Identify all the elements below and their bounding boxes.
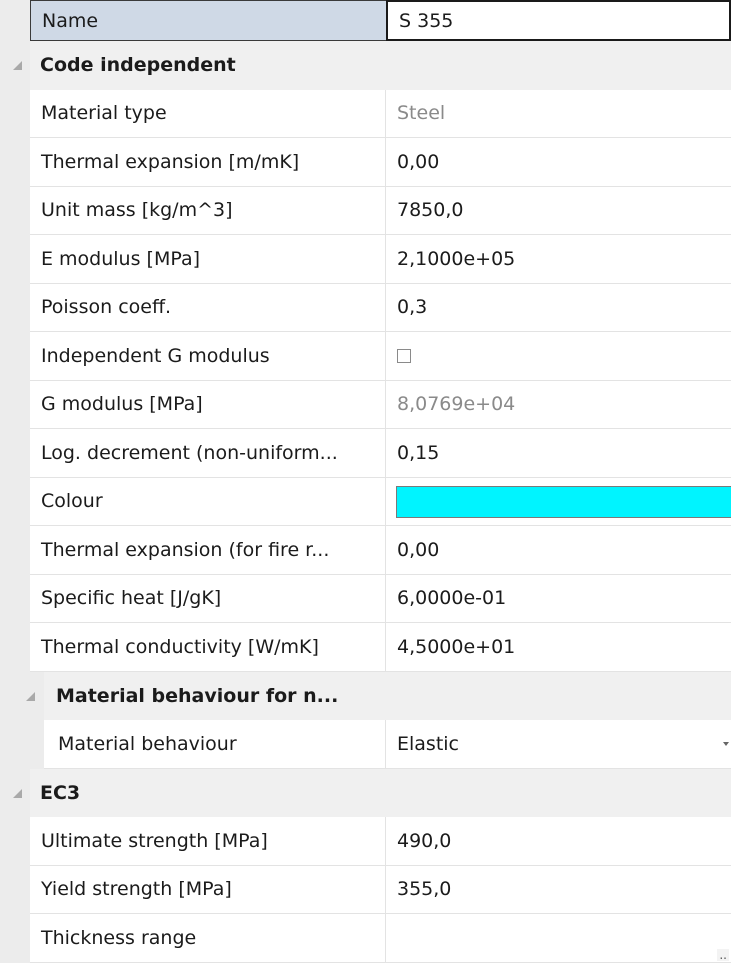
- property-row-thermal-expansion-fire[interactable]: Thermal expansion (for fire r... 0,00: [0, 526, 731, 575]
- row-gutter: [0, 380, 30, 429]
- property-value-field[interactable]: 355,0: [386, 866, 731, 914]
- property-row-thermal-expansion[interactable]: Thermal expansion [m/mK] 0,00: [0, 138, 731, 187]
- property-row-log-decrement[interactable]: Log. decrement (non-uniform... 0,15: [0, 429, 731, 478]
- property-row-unit-mass[interactable]: Unit mass [kg/m^3] 7850,0: [0, 186, 731, 235]
- property-row-independent-g-modulus[interactable]: Independent G modulus: [0, 332, 731, 381]
- property-label: Colour: [30, 477, 386, 526]
- property-label: Specific heat [J/gK]: [30, 574, 386, 623]
- section-ec3[interactable]: EC3: [0, 768, 731, 817]
- property-label: G modulus [MPa]: [30, 380, 386, 429]
- property-row-e-modulus[interactable]: E modulus [MPa] 2,1000e+05: [0, 235, 731, 284]
- property-value: Steel: [386, 90, 731, 138]
- name-value-field[interactable]: S 355: [386, 0, 731, 41]
- row-gutter: [0, 574, 30, 623]
- property-row-ultimate-strength[interactable]: Ultimate strength [MPa] 490,0: [0, 817, 731, 866]
- property-label: Yield strength [MPa]: [30, 865, 386, 914]
- row-gutter: [0, 914, 30, 963]
- collapse-triangle-icon[interactable]: [13, 61, 22, 70]
- colour-swatch[interactable]: [396, 485, 731, 518]
- property-label: Log. decrement (non-uniform...: [30, 429, 386, 478]
- property-value-field[interactable]: 0,00: [386, 526, 731, 575]
- property-row-yield-strength[interactable]: Yield strength [MPa] 355,0: [0, 865, 731, 914]
- property-label: Thickness range: [30, 914, 386, 963]
- section-title: Material behaviour for n...: [44, 671, 731, 720]
- property-row-colour[interactable]: Colour: [0, 477, 731, 526]
- property-row-g-modulus[interactable]: G modulus [MPa] 8,0769e+04: [0, 380, 731, 429]
- row-gutter: [0, 0, 30, 41]
- property-label: Thermal expansion [m/mK]: [30, 138, 386, 187]
- property-label: Thermal expansion (for fire r...: [30, 526, 386, 575]
- independent-g-modulus-checkbox[interactable]: [397, 348, 411, 363]
- name-label: Name: [30, 0, 386, 41]
- property-label: Unit mass [kg/m^3]: [30, 186, 386, 235]
- property-row-poisson[interactable]: Poisson coeff. 0,3: [0, 283, 731, 332]
- row-gutter: [0, 720, 44, 769]
- row-gutter: [0, 671, 44, 720]
- property-label: Thermal conductivity [W/mK]: [30, 623, 386, 672]
- property-label: E modulus [MPa]: [30, 235, 386, 284]
- row-gutter: [0, 429, 30, 478]
- row-gutter: [0, 235, 30, 284]
- material-behaviour-dropdown[interactable]: Elastic: [386, 720, 731, 769]
- property-value-field[interactable]: 4,5000e+01: [386, 623, 731, 672]
- section-material-behaviour[interactable]: Material behaviour for n...: [0, 671, 731, 720]
- property-row-specific-heat[interactable]: Specific heat [J/gK] 6,0000e-01: [0, 574, 731, 623]
- property-value-field[interactable]: 0,3: [386, 284, 731, 332]
- collapse-triangle-icon[interactable]: [26, 691, 35, 701]
- section-title: EC3: [30, 768, 731, 817]
- row-gutter: [0, 89, 30, 138]
- row-gutter: [0, 623, 30, 672]
- row-gutter: [0, 283, 30, 332]
- row-gutter: [0, 477, 30, 526]
- chevron-down-icon[interactable]: [723, 742, 729, 746]
- property-value: 8,0769e+04: [386, 381, 731, 429]
- property-row-material-behaviour[interactable]: Material behaviour Elastic: [0, 720, 731, 769]
- property-value-field[interactable]: 490,0: [386, 817, 731, 866]
- property-value-field[interactable]: 7850,0: [386, 187, 731, 235]
- name-row[interactable]: Name S 355: [0, 0, 731, 41]
- row-gutter: [0, 138, 30, 187]
- row-gutter: [0, 817, 30, 866]
- property-value: [386, 914, 731, 963]
- row-gutter: [0, 526, 30, 575]
- row-gutter: [0, 332, 30, 381]
- property-label: Material type: [30, 89, 386, 138]
- property-label: Ultimate strength [MPa]: [30, 817, 386, 866]
- ellipsis-button[interactable]: ..: [717, 948, 729, 961]
- collapse-triangle-icon[interactable]: [13, 788, 22, 798]
- property-grid: Name S 355 Code independent Material typ…: [0, 0, 731, 963]
- property-row-thermal-conductivity[interactable]: Thermal conductivity [W/mK] 4,5000e+01: [0, 623, 731, 672]
- row-gutter: [0, 865, 30, 914]
- property-value-field[interactable]: 0,15: [386, 429, 731, 478]
- row-gutter: [0, 186, 30, 235]
- property-label: Material behaviour: [44, 720, 386, 769]
- property-label: Independent G modulus: [30, 332, 386, 381]
- section-title: Code independent: [30, 41, 731, 90]
- property-row-thickness-range[interactable]: Thickness range ..: [0, 914, 731, 963]
- property-value-field[interactable]: 6,0000e-01: [386, 575, 731, 623]
- property-value-field[interactable]: 0,00: [386, 138, 731, 187]
- section-code-independent[interactable]: Code independent: [0, 41, 731, 90]
- property-value-field[interactable]: 2,1000e+05: [386, 235, 731, 284]
- property-row-material-type[interactable]: Material type Steel: [0, 89, 731, 138]
- property-label: Poisson coeff.: [30, 283, 386, 332]
- property-value: [386, 332, 731, 381]
